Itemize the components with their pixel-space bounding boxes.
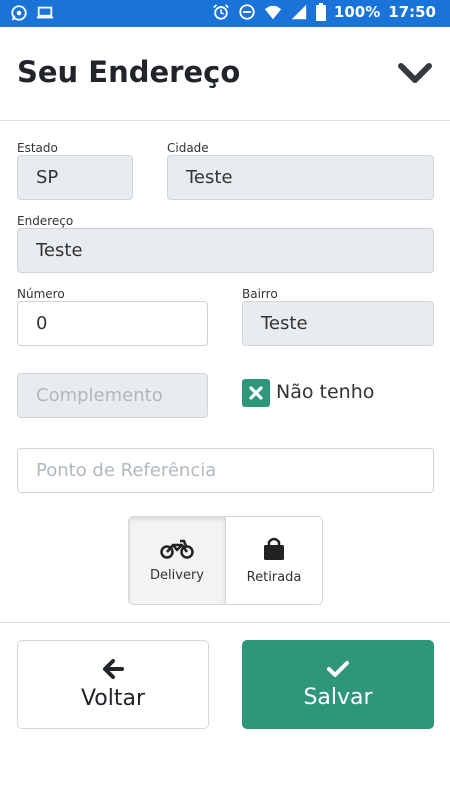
bairro-label: Bairro [242,287,278,301]
estado-field[interactable]: SP [17,155,133,200]
endereco-label: Endereço [17,214,74,228]
nao-tenho-checkbox[interactable] [242,379,270,407]
battery-percent: 100% [333,3,381,21]
alarm-icon [213,4,229,20]
delivery-option-label: Delivery [150,568,204,583]
save-button[interactable]: Salvar [242,640,434,729]
numero-field[interactable]: 0 [17,301,208,346]
wifi-icon [264,5,282,20]
dnd-icon [239,4,255,20]
status-bar: 100% 17:50 [0,0,450,27]
estado-label: Estado [17,141,58,155]
check-icon [327,661,349,677]
battery-icon [315,3,326,21]
back-button[interactable]: Voltar [17,640,209,729]
header: Seu Endereço [0,27,450,121]
laptop-icon [36,6,54,19]
retirada-option-label: Retirada [246,570,302,585]
endereco-field[interactable]: Teste [17,228,434,273]
shopping-bag-icon [264,537,284,560]
motorcycle-icon [160,539,194,559]
divider [0,622,450,623]
nao-tenho-label[interactable]: Não tenho [276,381,374,403]
cidade-label: Cidade [167,141,209,155]
whatsapp-icon [11,5,27,21]
cidade-field[interactable]: Teste [167,155,434,200]
referencia-field[interactable]: Ponto de Referência [17,448,434,493]
retirada-option[interactable]: Retirada [226,517,322,604]
delivery-option[interactable]: Delivery [129,517,226,604]
chevron-down-icon[interactable] [398,61,432,87]
clock: 17:50 [388,3,436,21]
numero-label: Número [17,287,65,301]
bairro-field[interactable]: Teste [242,301,434,346]
save-button-label: Salvar [303,685,373,710]
arrow-left-icon [103,659,124,679]
signal-icon [291,4,307,20]
delivery-mode-toggle: Delivery Retirada [128,516,323,605]
back-button-label: Voltar [80,686,146,711]
page-title: Seu Endereço [17,55,241,89]
complemento-field[interactable]: Complemento [17,373,208,418]
check-x-icon [249,386,263,400]
